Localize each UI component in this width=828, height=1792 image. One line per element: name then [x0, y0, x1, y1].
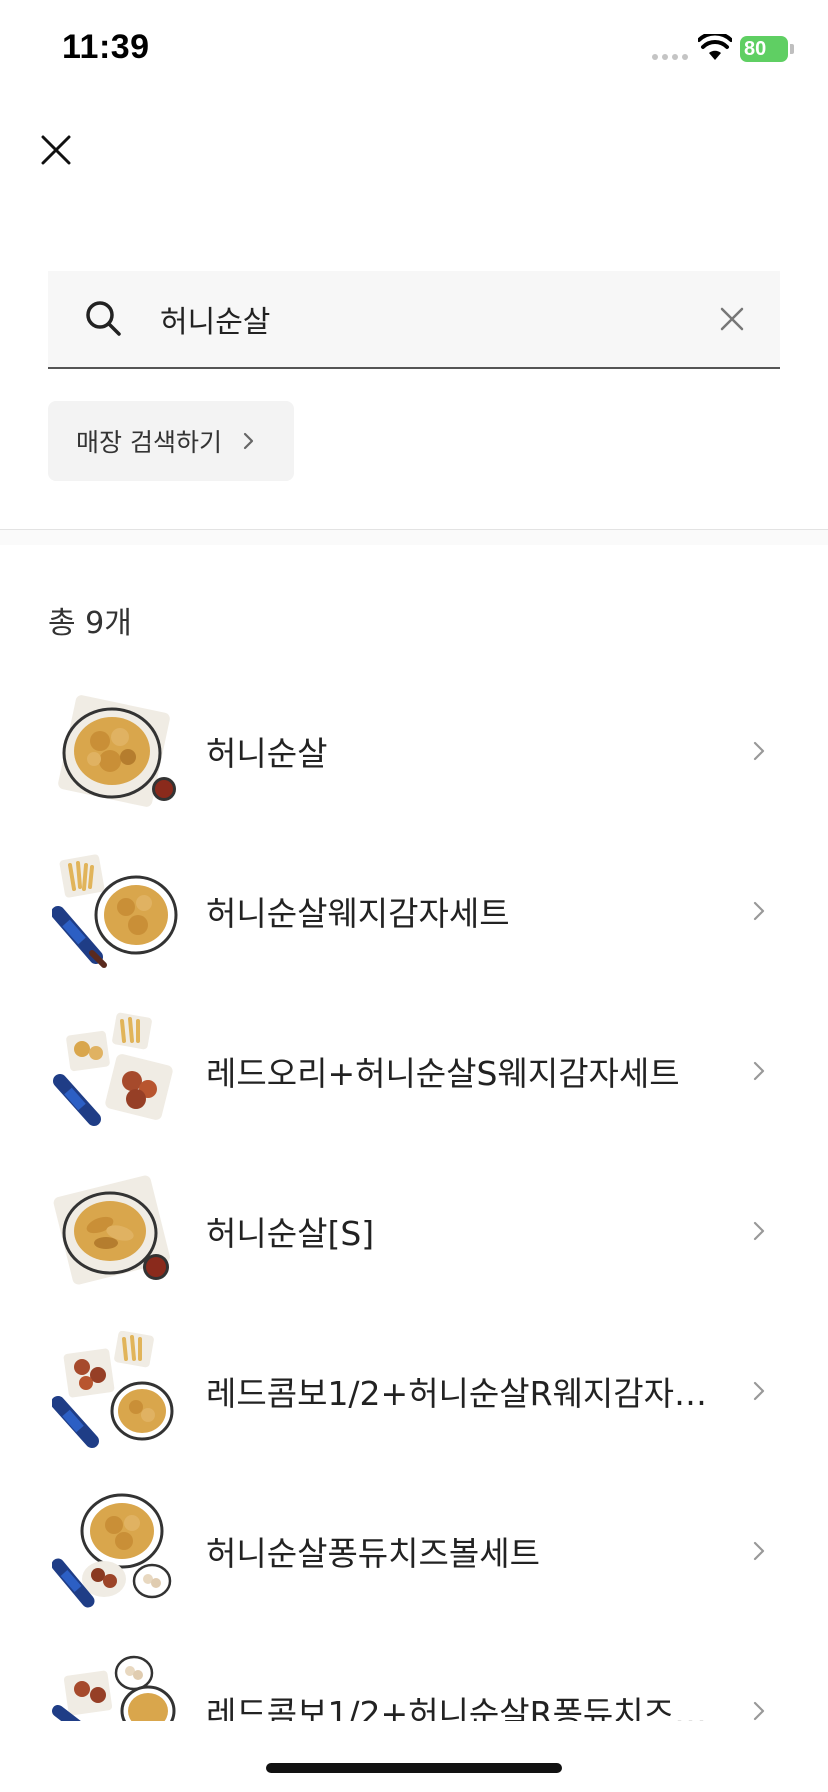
clear-icon: [720, 307, 744, 331]
chevron-right-icon: [753, 1381, 765, 1401]
product-thumbnail: [52, 1493, 172, 1608]
chevron-right-icon: [753, 1061, 765, 1081]
item-name: 허니순살: [206, 734, 328, 773]
battery-level: 80: [744, 38, 767, 60]
list-item[interactable]: 허니순살: [0, 671, 828, 831]
chevron-right-icon: [243, 432, 254, 450]
battery-icon: 80: [740, 36, 788, 62]
clear-search-button[interactable]: [710, 297, 754, 341]
cellular-signal-icon: [652, 54, 688, 60]
product-thumbnail: [52, 1655, 176, 1721]
chevron-right-icon: [753, 1221, 765, 1241]
search-icon: [86, 301, 121, 336]
close-button[interactable]: [30, 124, 82, 176]
home-indicator[interactable]: [266, 1763, 562, 1773]
result-list: 허니순살 허니순살웨지감자세트 레드오리+허니순살S웨지감자세트 허니순살[S]…: [0, 671, 828, 1721]
item-name: 허니순살웨지감자세트: [206, 894, 510, 933]
search-input[interactable]: [160, 291, 660, 347]
product-thumbnail: [58, 695, 176, 807]
store-search-label: 매장 검색하기: [76, 428, 222, 457]
store-search-button[interactable]: 매장 검색하기: [48, 401, 294, 481]
section-divider: [0, 529, 828, 545]
close-icon: [41, 135, 71, 165]
list-item[interactable]: 레드콤보1/2+허니순살R웨지감자세트: [0, 1311, 828, 1471]
product-thumbnail: [52, 854, 178, 968]
chevron-right-icon: [753, 901, 765, 921]
product-thumbnail: [53, 1175, 170, 1285]
chevron-right-icon: [753, 741, 765, 761]
item-name: 레드오리+허니순살S웨지감자세트: [206, 1054, 680, 1093]
list-item[interactable]: 허니순살웨지감자세트: [0, 831, 828, 991]
result-count: 총 9개: [48, 606, 132, 641]
list-item[interactable]: 허니순살[S]: [0, 1151, 828, 1311]
item-name: 허니순살퐁듀치즈볼세트: [206, 1534, 540, 1573]
search-box: [48, 271, 780, 369]
screen: 11:39 80 매장 검색하기: [0, 0, 828, 1792]
product-thumbnail: [52, 1331, 174, 1448]
status-time: 11:39: [62, 28, 150, 66]
bottom-safe-area: [0, 1722, 828, 1792]
list-item[interactable]: 레드콤보1/2+허니순살R퐁듀치즈볼세트: [0, 1631, 828, 1721]
item-name: 레드콤보1/2+허니순살R퐁듀치즈볼세트: [206, 1694, 726, 1721]
wifi-icon: [698, 34, 732, 60]
chevron-right-icon: [753, 1541, 765, 1561]
item-name: 허니순살[S]: [206, 1214, 375, 1253]
battery-nub: [790, 44, 794, 54]
list-item[interactable]: 허니순살퐁듀치즈볼세트: [0, 1471, 828, 1631]
status-bar: 11:39 80: [0, 0, 828, 100]
list-item[interactable]: 레드오리+허니순살S웨지감자세트: [0, 991, 828, 1151]
item-name: 레드콤보1/2+허니순살R웨지감자세트: [206, 1374, 726, 1413]
product-thumbnail: [53, 1012, 173, 1126]
chevron-right-icon: [753, 1701, 765, 1721]
